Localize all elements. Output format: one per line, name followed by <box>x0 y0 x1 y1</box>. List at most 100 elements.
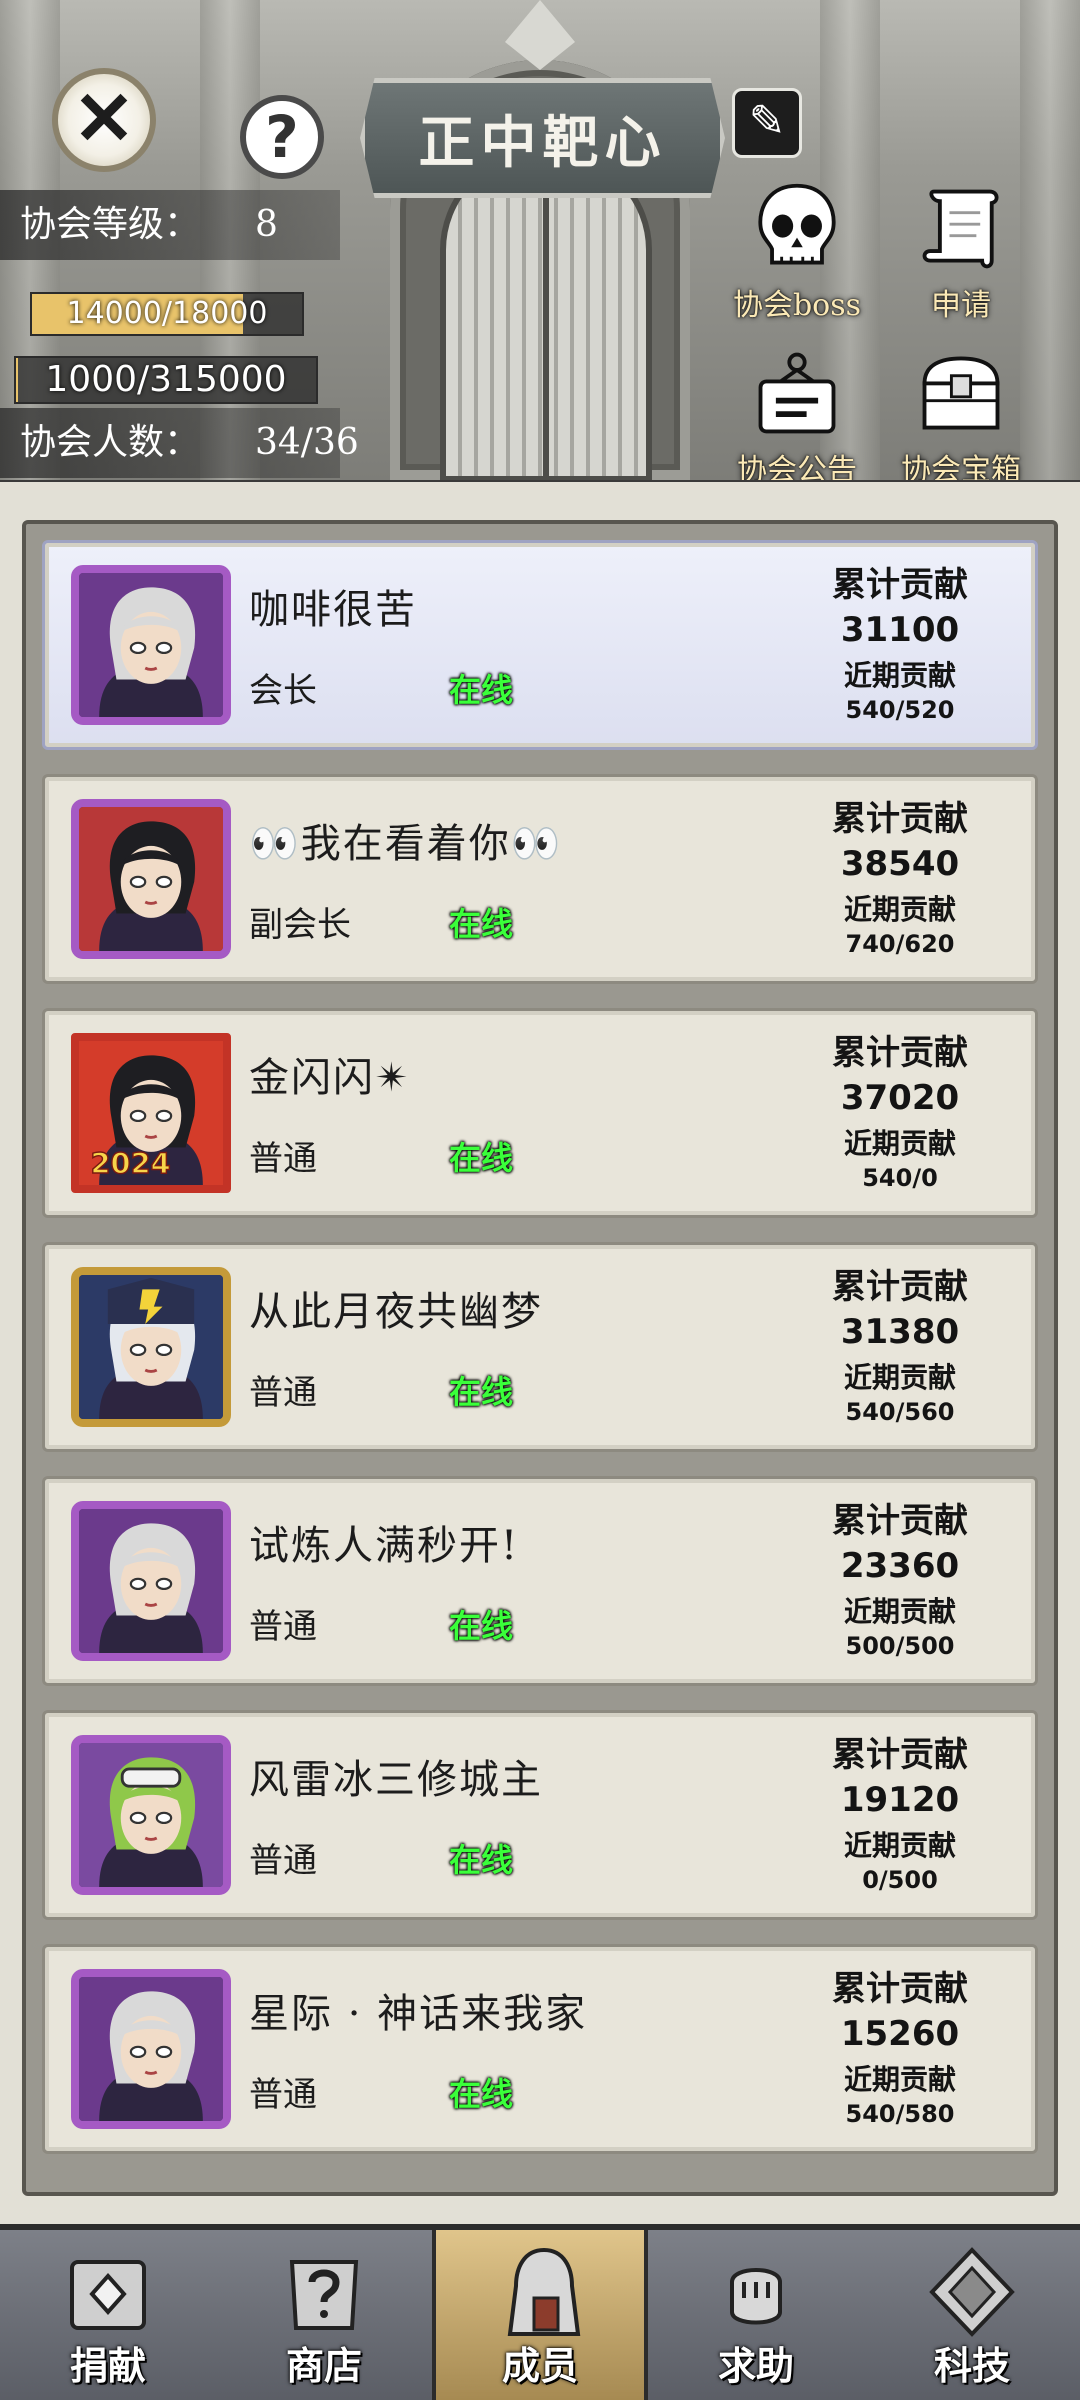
total-contribution-value: 23360 <box>840 1546 960 1586</box>
member-avatar[interactable] <box>71 1735 231 1895</box>
member-card[interactable]: 星际 · 神话来我家 普通 在线 累计贡献 15260 近期贡献 540/580 <box>42 1944 1038 2154</box>
member-avatar[interactable] <box>71 1969 231 2129</box>
total-contribution-value: 19120 <box>840 1780 960 1820</box>
total-contribution-label: 累计贡献 <box>832 1267 968 1307</box>
crest-ornament <box>505 0 575 70</box>
member-status: 在线 <box>449 2075 514 2113</box>
recent-contribution-label: 近期贡献 <box>843 1127 956 1160</box>
total-contribution-label: 累计贡献 <box>832 1033 968 1073</box>
recent-contribution-value: 540/520 <box>845 696 955 724</box>
total-contribution-label: 累计贡献 <box>832 565 968 605</box>
member-role: 会长 <box>249 671 317 711</box>
nav-tab[interactable]: 商店 <box>216 2230 432 2400</box>
member-name: 👀我在看着你👀 <box>249 821 563 867</box>
total-contribution-label: 累计贡献 <box>832 1501 968 1541</box>
member-name: 风雷冰三修城主 <box>249 1757 543 1803</box>
bottom-nav: 捐献 商店 成员 求助 科技 <box>0 2224 1080 2400</box>
member-status: 在线 <box>449 1607 514 1645</box>
member-contribution: 累计贡献 15260 近期贡献 540/580 <box>805 1961 995 2128</box>
shop-icon <box>289 2260 359 2330</box>
help-fist-icon <box>730 2268 782 2325</box>
member-name: 星际 · 神话来我家 <box>249 1991 588 2037</box>
total-contribution-value: 38540 <box>840 844 960 884</box>
recent-contribution-value: 540/560 <box>845 1398 955 1426</box>
member-list[interactable]: 咖啡很苦 会长 在线 累计贡献 31100 近期贡献 540/520 👀我在看着你👀 副会长 在线… <box>22 520 1058 2196</box>
guild-name: 正中靶心 <box>418 109 667 176</box>
close-button[interactable]: ✕ <box>52 68 156 172</box>
guild-members-value: 34/36 <box>255 422 359 463</box>
recent-contribution-label: 近期贡献 <box>843 893 956 926</box>
castle-door <box>440 150 652 480</box>
guild-chest-button[interactable]: 协会宝箱 <box>886 345 1036 480</box>
recent-contribution-label: 近期贡献 <box>843 2063 956 2096</box>
member-card[interactable]: 👀我在看着你👀 副会长 在线 累计贡献 38540 近期贡献 740/620 <box>42 774 1038 984</box>
edit-icon: ✎ <box>748 96 786 147</box>
member-card[interactable]: 风雷冰三修城主 普通 在线 累计贡献 19120 近期贡献 0/500 <box>42 1710 1038 1920</box>
scroll-icon <box>922 189 999 269</box>
member-contribution: 累计贡献 31100 近期贡献 540/520 <box>805 557 995 724</box>
svg-text:2024: 2024 <box>91 1146 171 1180</box>
nav-tab[interactable]: 成员 <box>432 2230 648 2400</box>
member-avatar[interactable] <box>71 799 231 959</box>
recent-contribution-label: 近期贡献 <box>843 1829 956 1862</box>
member-status: 在线 <box>449 905 514 943</box>
nav-tab-label: 求助 <box>717 2343 794 2388</box>
guild-apply-button[interactable]: 申请 <box>896 180 1026 324</box>
total-contribution-value: 15260 <box>840 2014 960 2054</box>
guild-notice-label: 协会公告 <box>737 453 857 480</box>
member-avatar[interactable] <box>71 1267 231 1427</box>
nav-tab-label: 捐献 <box>69 2343 146 2388</box>
member-avatar[interactable] <box>71 565 231 725</box>
recent-contribution-label: 近期贡献 <box>843 659 956 692</box>
guild-boss-button[interactable]: 协会boss <box>722 180 872 324</box>
member-contribution: 累计贡献 38540 近期贡献 740/620 <box>805 791 995 958</box>
skull-icon <box>758 183 836 265</box>
help-icon: ? <box>265 103 299 171</box>
member-avatar[interactable]: 2024 <box>71 1033 231 1193</box>
recent-contribution-value: 500/500 <box>845 1632 955 1660</box>
nav-tab[interactable]: 捐献 <box>0 2230 216 2400</box>
member-avatar[interactable] <box>71 1501 231 1661</box>
recent-contribution-value: 740/620 <box>845 930 955 958</box>
treasure-chest-icon <box>922 356 1000 430</box>
member-card[interactable]: 从此月夜共幽梦 普通 在线 累计贡献 31380 近期贡献 540/560 <box>42 1242 1038 1452</box>
guild-members-row: 协会人数： 34/36 <box>0 408 359 478</box>
member-name: 金闪闪✴ <box>249 1055 411 1101</box>
donate-icon <box>70 2260 146 2330</box>
member-status: 在线 <box>449 1841 514 1879</box>
total-contribution-label: 累计贡献 <box>832 799 968 839</box>
help-button[interactable]: ? <box>240 95 324 179</box>
member-status: 在线 <box>449 671 514 709</box>
edit-name-button[interactable]: ✎ <box>732 88 802 158</box>
member-role: 普通 <box>249 2075 317 2115</box>
guild-exp-text: 14000/18000 <box>66 296 268 331</box>
member-card[interactable]: 试炼人满秒开! 普通 在线 累计贡献 23360 近期贡献 500/500 <box>42 1476 1038 1686</box>
nav-tab[interactable]: 求助 <box>648 2230 864 2400</box>
guild-level-row: 协会等级： 8 <box>0 190 340 260</box>
guild-chest-label: 协会宝箱 <box>901 453 1021 480</box>
close-icon: ✕ <box>72 76 135 162</box>
member-name: 咖啡很苦 <box>249 587 417 633</box>
member-role: 普通 <box>249 1139 317 1179</box>
member-role: 普通 <box>249 1607 317 1647</box>
member-card[interactable]: 咖啡很苦 会长 在线 累计贡献 31100 近期贡献 540/520 <box>42 540 1038 750</box>
member-role: 普通 <box>249 1841 317 1881</box>
nav-tab-label: 成员 <box>501 2343 578 2388</box>
member-role: 普通 <box>249 1373 317 1413</box>
tech-icon <box>929 2247 1015 2337</box>
nav-tab-label: 商店 <box>285 2343 362 2388</box>
recent-contribution-value: 540/580 <box>845 2100 955 2128</box>
member-card[interactable]: 2024 金闪闪✴ 普通 在线 累计贡献 37020 近期贡献 540/0 <box>42 1008 1038 1218</box>
guild-fund-text: 1000/315000 <box>45 359 287 400</box>
notice-board-icon <box>758 352 836 434</box>
guild-notice-button[interactable]: 协会公告 <box>722 345 872 480</box>
member-role: 副会长 <box>249 905 351 945</box>
total-contribution-value: 31380 <box>840 1312 960 1352</box>
nav-tab[interactable]: 科技 <box>864 2230 1080 2400</box>
member-contribution: 累计贡献 31380 近期贡献 540/560 <box>805 1259 995 1426</box>
member-status: 在线 <box>449 1373 514 1411</box>
guild-members-label: 协会人数： <box>20 422 201 463</box>
guild-exp-bar: 14000/18000 <box>30 292 304 336</box>
guild-apply-label: 申请 <box>931 288 991 323</box>
member-name: 试炼人满秒开! <box>249 1523 520 1569</box>
